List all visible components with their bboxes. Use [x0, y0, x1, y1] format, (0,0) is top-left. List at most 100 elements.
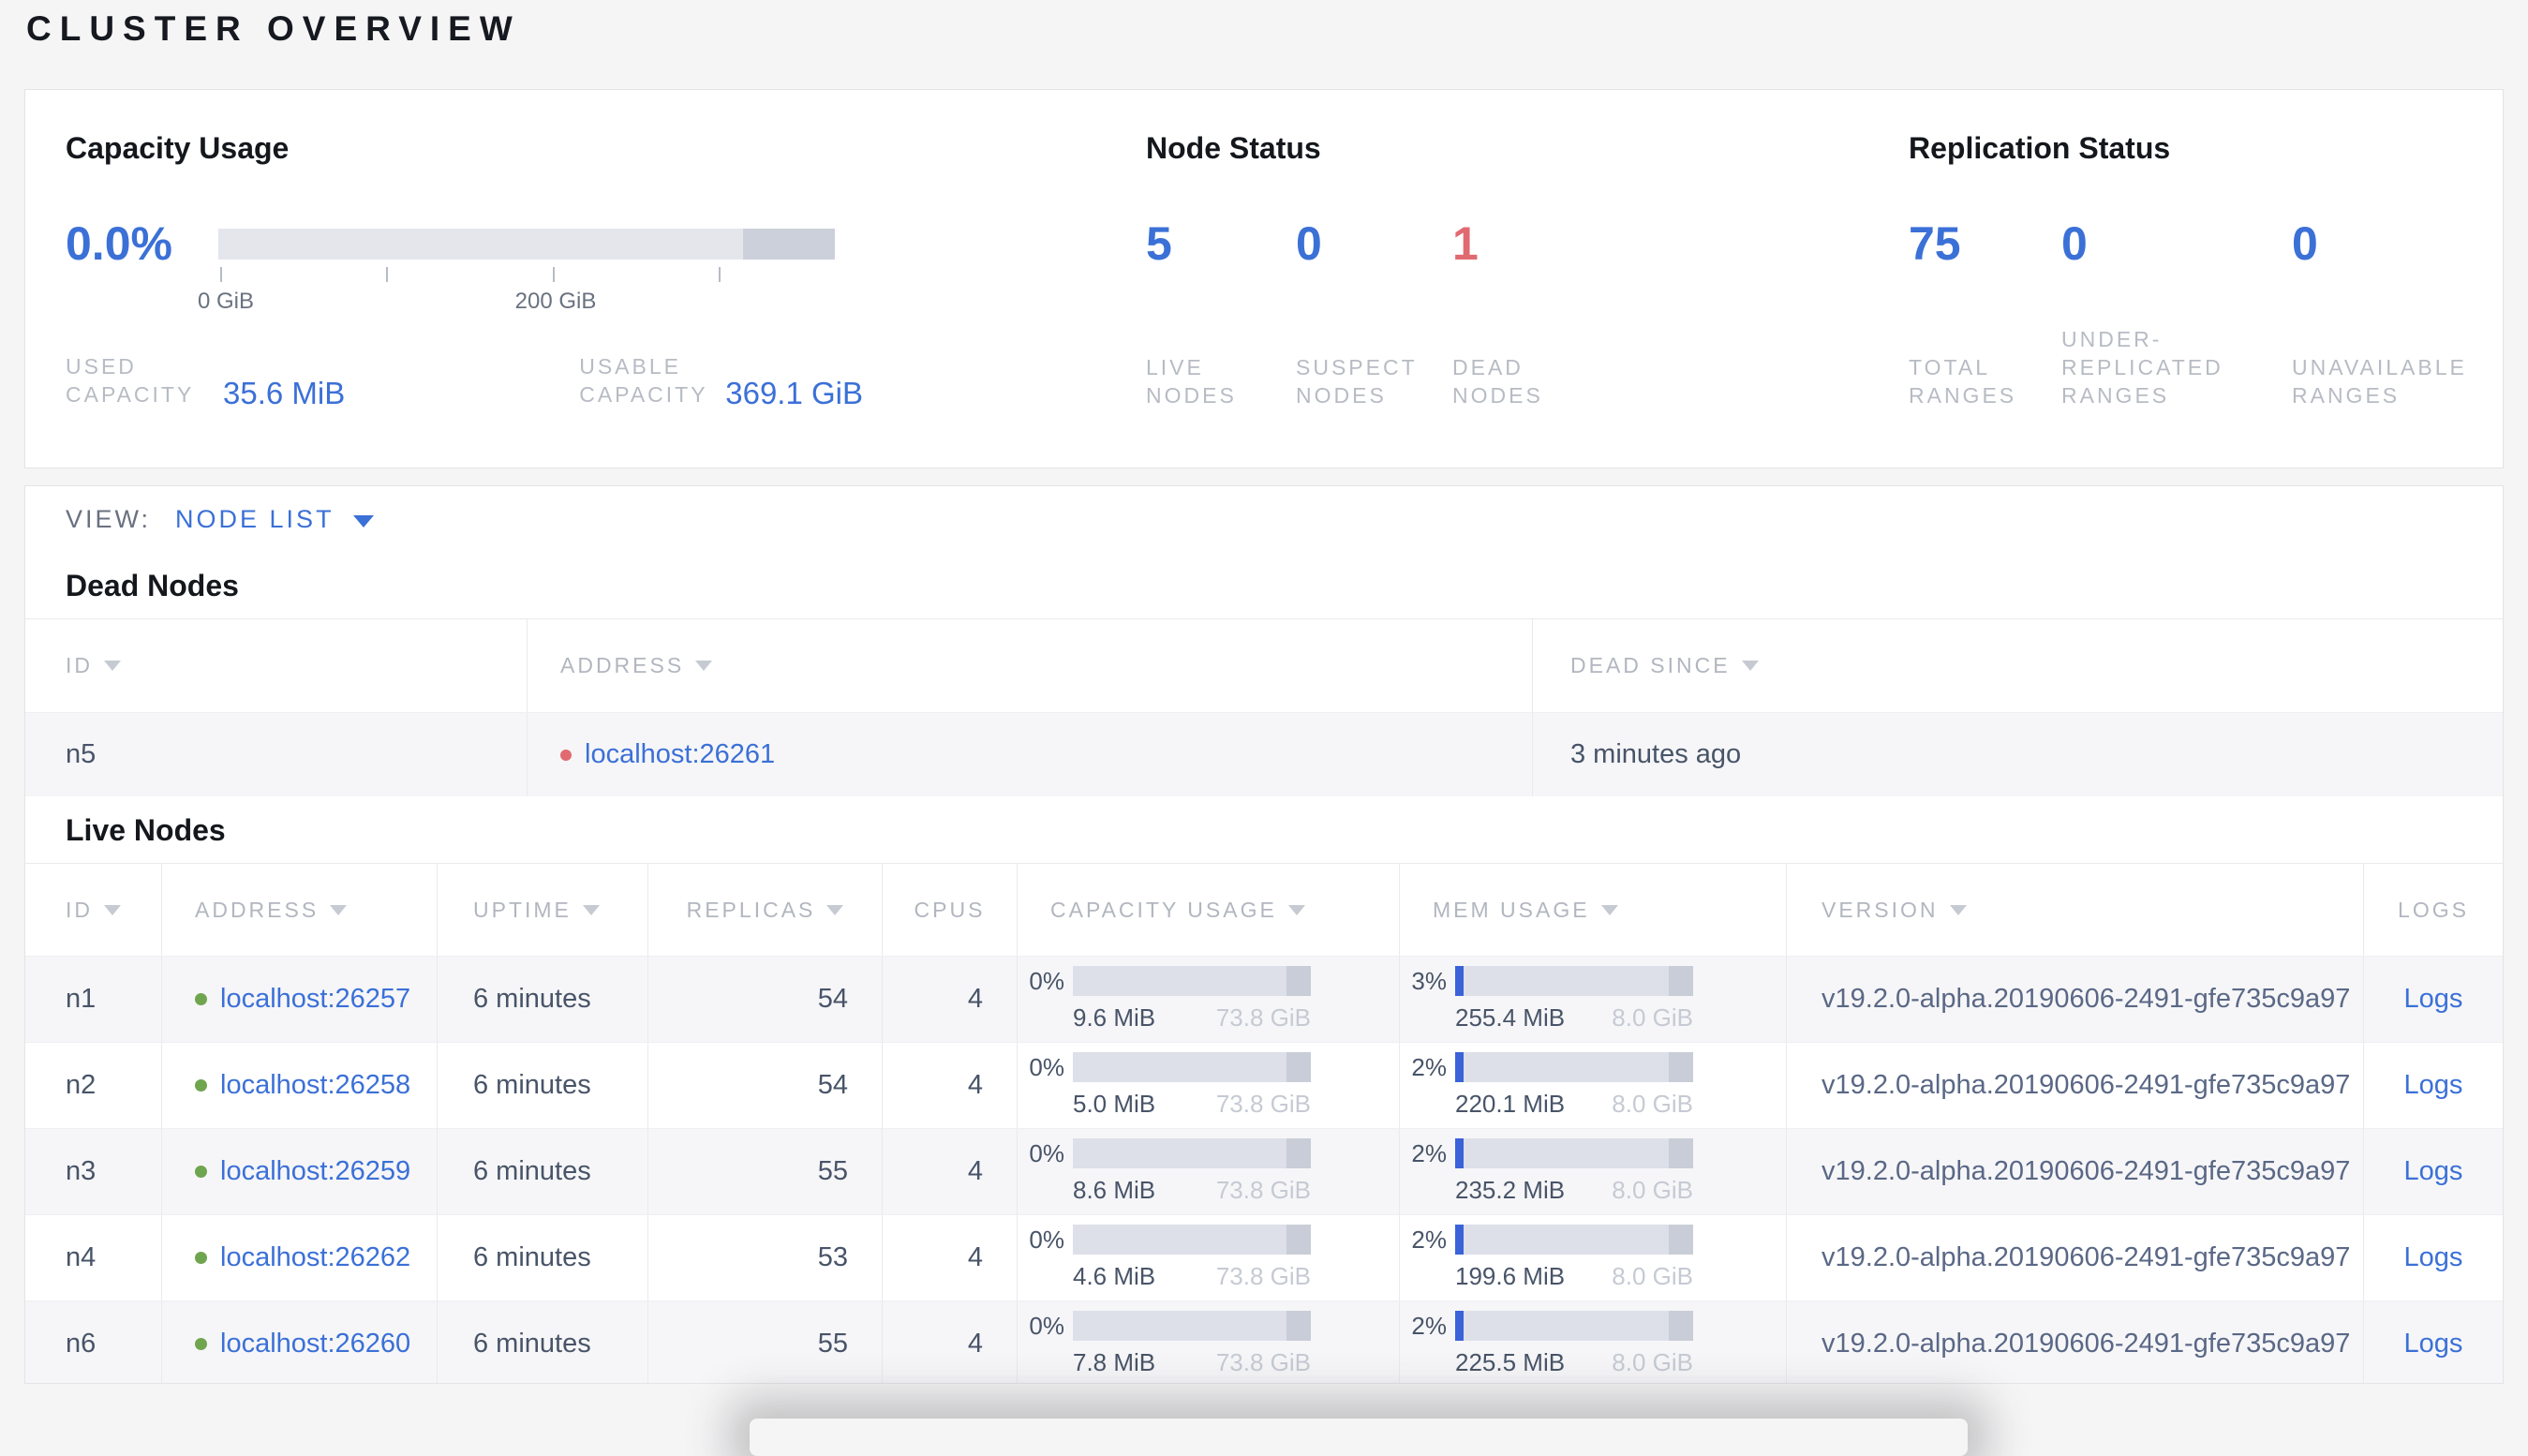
column-header-replicas[interactable]: REPLICAS: [648, 864, 883, 956]
capacity-used-value: 7.8 MiB: [1073, 1348, 1156, 1376]
column-header-label: ADDRESS: [560, 653, 685, 677]
capacity-usage-title: Capacity Usage: [66, 131, 290, 165]
sort-arrow-icon: [1600, 904, 1618, 915]
cluster-summary-card: Capacity Usage 0.0% 0 GiB 200 GiB USED C…: [24, 89, 2504, 468]
capacity-usage-cell: 0% 8.6 MiB 73.8 GiB: [1018, 1129, 1400, 1214]
logs-cell: Logs: [2364, 1043, 2503, 1128]
replicas-cell: 54: [648, 957, 883, 1042]
node-address-link[interactable]: localhost:26262: [220, 1242, 410, 1273]
node-address-link[interactable]: localhost:26257: [220, 984, 410, 1015]
column-header-address[interactable]: ADDRESS: [528, 619, 1533, 712]
column-header-id[interactable]: ID: [25, 619, 528, 712]
mem-bar: [1455, 966, 1693, 996]
nodes-tables-card: Dead Nodes ID ADDRESS DEAD SINCE n5 loca…: [24, 552, 2504, 1384]
capacity-percent: 0%: [1029, 1311, 1064, 1340]
mem-usage-cell: 2% 235.2 MiB 8.0 GiB: [1400, 1129, 1787, 1214]
capacity-total-value: 73.8 GiB: [1215, 1090, 1311, 1118]
mem-usage-cell: 2% 199.6 MiB 8.0 GiB: [1400, 1215, 1787, 1300]
column-header-mem-usage[interactable]: MEM USAGE: [1400, 864, 1787, 956]
logs-link[interactable]: Logs: [2404, 984, 2463, 1015]
usable-capacity-value: 369.1 GiB: [725, 376, 863, 410]
logs-cell: Logs: [2364, 1301, 2503, 1383]
node-address-link[interactable]: localhost:26258: [220, 1070, 410, 1101]
mem-bar-fill: [1455, 966, 1464, 996]
cpus-cell: 4: [883, 1129, 1018, 1214]
capacity-total-value: 73.8 GiB: [1215, 1262, 1311, 1290]
column-header-version[interactable]: VERSION: [1787, 864, 2364, 956]
mem-bar-reserved-segment: [1669, 1052, 1693, 1082]
mem-bar: [1455, 1052, 1693, 1082]
mem-used-value: 235.2 MiB: [1455, 1176, 1566, 1204]
mem-total-value: 8.0 GiB: [1612, 1348, 1693, 1376]
capacity-usage-cell: 0% 5.0 MiB 73.8 GiB: [1018, 1043, 1400, 1128]
live-node-row: n6 localhost:26260 6 minutes 55 4 0% 7.8…: [25, 1300, 2503, 1383]
sort-arrow-icon: [1949, 904, 1967, 915]
logs-link[interactable]: Logs: [2404, 1070, 2463, 1101]
uptime-cell: 6 minutes: [438, 1215, 648, 1300]
node-address-cell: localhost:26259: [162, 1129, 438, 1214]
capacity-usage-section: Capacity Usage 0.0% 0 GiB 200 GiB USED C…: [66, 90, 1096, 468]
node-address-link[interactable]: localhost:26261: [585, 739, 775, 770]
column-header-cpus[interactable]: CPUS: [883, 864, 1018, 956]
capacity-total-value: 73.8 GiB: [1215, 1348, 1311, 1376]
mem-usage-cell: 2% 220.1 MiB 8.0 GiB: [1400, 1043, 1787, 1128]
mem-bar-reserved-segment: [1669, 1225, 1693, 1255]
column-header-capacity-usage[interactable]: CAPACITY USAGE: [1018, 864, 1400, 956]
column-header-label: MEM USAGE: [1433, 897, 1590, 922]
node-address-link[interactable]: localhost:26260: [220, 1329, 410, 1359]
mem-bar-fill: [1455, 1052, 1464, 1082]
column-header-address[interactable]: ADDRESS: [162, 864, 438, 956]
capacity-usage-cell: 0% 4.6 MiB 73.8 GiB: [1018, 1215, 1400, 1300]
mem-percent: 3%: [1411, 966, 1447, 995]
logs-cell: Logs: [2364, 1129, 2503, 1214]
dead-status-dot-icon: [560, 749, 572, 761]
capacity-used-value: 4.6 MiB: [1073, 1262, 1156, 1290]
capacity-bar: [1073, 966, 1311, 996]
live-status-dot-icon: [195, 1252, 207, 1264]
live-node-row: n2 localhost:26258 6 minutes 54 4 0% 5.0…: [25, 1042, 2503, 1128]
axis-tick: [220, 267, 222, 282]
column-header-dead-since[interactable]: DEAD SINCE: [1533, 619, 2503, 712]
node-address-cell: localhost:26261: [528, 713, 1533, 796]
sort-arrow-icon: [695, 661, 713, 671]
sort-arrow-icon: [582, 904, 600, 915]
column-header-uptime[interactable]: UPTIME: [438, 864, 648, 956]
logs-cell: Logs: [2364, 957, 2503, 1042]
logs-link[interactable]: Logs: [2404, 1329, 2463, 1359]
column-header-logs: LOGS: [2364, 864, 2503, 956]
usable-capacity-stat: USABLE CAPACITY 369.1 GiB: [579, 352, 863, 410]
axis-tick: [386, 267, 388, 282]
dead-node-row: n5 localhost:26261 3 minutes ago: [25, 712, 2503, 796]
unavailable-ranges-count: 0: [2292, 217, 2318, 270]
mem-total-value: 8.0 GiB: [1612, 1003, 1693, 1032]
used-capacity-value: 35.6 MiB: [223, 376, 346, 410]
version-cell: v19.2.0-alpha.20190606-2491-gfe735c9a97: [1787, 1301, 2364, 1383]
mem-bar: [1455, 1225, 1693, 1255]
capacity-bar-reserved-segment: [1286, 1138, 1311, 1168]
view-selector-dropdown[interactable]: NODE LIST: [175, 505, 374, 534]
capacity-used-value: 9.6 MiB: [1073, 1003, 1156, 1032]
capacity-percent: 0%: [1029, 1052, 1064, 1081]
node-address-link[interactable]: localhost:26259: [220, 1156, 410, 1187]
sort-arrow-icon: [1741, 661, 1759, 671]
cpus-cell: 4: [883, 1215, 1018, 1300]
column-header-label: CAPACITY USAGE: [1050, 897, 1277, 922]
replicas-cell: 53: [648, 1215, 883, 1300]
logs-link[interactable]: Logs: [2404, 1156, 2463, 1187]
live-nodes-table: ID ADDRESS UPTIME REPLICAS CPUS CAPACITY…: [25, 863, 2503, 1383]
capacity-bar-reserved-segment: [743, 229, 835, 260]
mem-percent: 2%: [1411, 1052, 1447, 1081]
logs-link[interactable]: Logs: [2404, 1242, 2463, 1273]
total-ranges-label: TOTAL RANGES: [1909, 355, 2017, 408]
column-header-label: VERSION: [1822, 897, 1939, 922]
column-header-id[interactable]: ID: [25, 864, 162, 956]
cpus-cell: 4: [883, 1301, 1018, 1383]
sort-arrow-icon: [104, 661, 121, 671]
replicas-cell: 55: [648, 1129, 883, 1214]
mem-used-value: 255.4 MiB: [1455, 1003, 1566, 1032]
column-header-label: REPLICAS: [686, 897, 816, 922]
version-cell: v19.2.0-alpha.20190606-2491-gfe735c9a97: [1787, 1215, 2364, 1300]
cpus-cell: 4: [883, 957, 1018, 1042]
capacity-bar: [1073, 1311, 1311, 1341]
dead-nodes-header-row: ID ADDRESS DEAD SINCE: [25, 618, 2503, 712]
